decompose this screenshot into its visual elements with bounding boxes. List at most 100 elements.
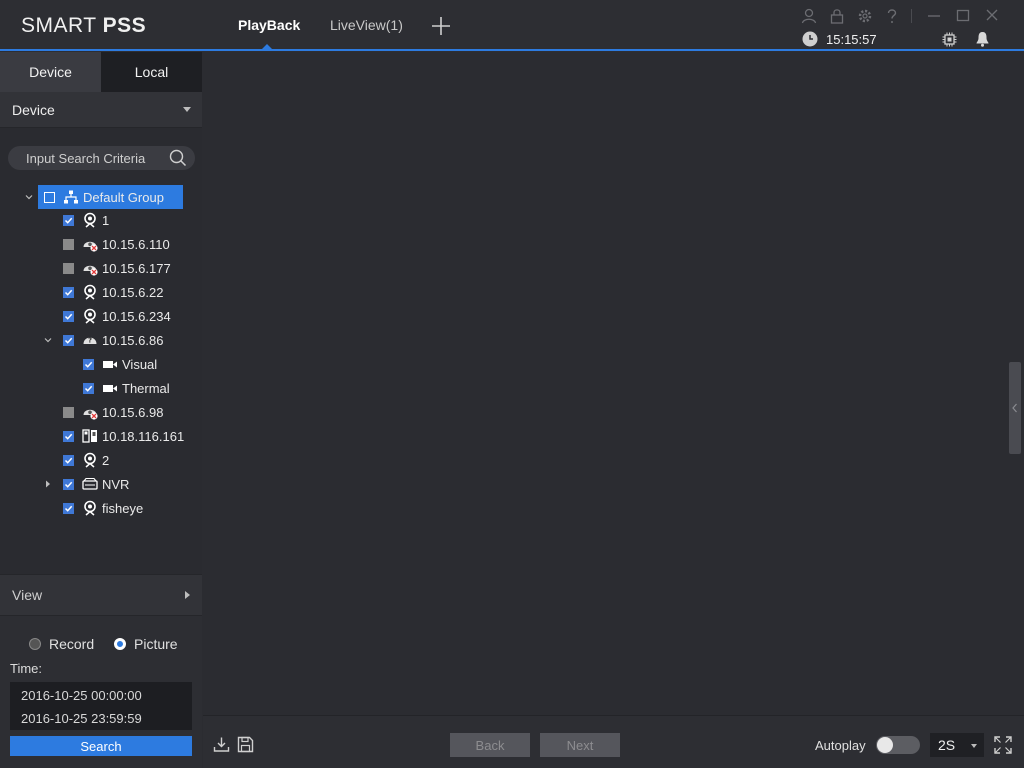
playback-search-panel: Record Picture Time: 2016-10-25 00:00:00…: [0, 616, 202, 768]
tree-item-checkbox[interactable]: [63, 286, 74, 298]
next-button[interactable]: Next: [540, 733, 620, 757]
expand-node-icon[interactable]: [43, 479, 53, 489]
tree-item-fisheye[interactable]: fisheye: [63, 497, 143, 519]
minimize-icon[interactable]: [927, 7, 941, 25]
interval-value: 2S: [938, 737, 956, 753]
offline-camera-icon: [83, 409, 98, 420]
interval-select[interactable]: 2S: [930, 733, 984, 757]
lock-icon[interactable]: [829, 7, 845, 25]
logo-text-bold: PSS: [102, 14, 147, 37]
tree-item-10-15-6-177[interactable]: 10.15.6.177: [63, 257, 171, 279]
radio-picture[interactable]: Picture: [114, 636, 178, 652]
door-station-icon: [82, 429, 97, 443]
tree-item-label: NVR: [102, 476, 130, 492]
playback-viewport[interactable]: [203, 52, 1024, 715]
tree-item-checkbox[interactable]: [63, 310, 74, 322]
tree-item-label: Thermal: [122, 380, 170, 396]
tree-item-label: 10.15.6.110: [102, 236, 170, 252]
top-bar: SMART PSS PlayBack LiveView(1) 15:15:57: [0, 0, 1024, 52]
search-icon[interactable]: [169, 149, 187, 167]
tree-item-checkbox[interactable]: [63, 502, 74, 514]
save-icon[interactable]: [237, 736, 254, 753]
tree-item-2[interactable]: 2: [63, 449, 109, 471]
tree-item-label: 10.15.6.234: [102, 308, 171, 324]
tab-playback[interactable]: PlayBack: [238, 17, 300, 33]
fullscreen-icon[interactable]: [994, 736, 1012, 754]
collapse-node-icon[interactable]: [43, 335, 53, 345]
tree-item-checkbox[interactable]: [63, 262, 74, 274]
tree-item-visual[interactable]: Visual: [83, 353, 157, 375]
tree-item-checkbox[interactable]: [63, 334, 74, 346]
checkmark-icon: [64, 505, 73, 512]
tree-item-checkbox[interactable]: [63, 214, 74, 226]
view-section-toggle[interactable]: View: [0, 574, 202, 616]
camera-icon: [84, 452, 96, 468]
checkmark-icon: [64, 457, 73, 464]
camera-icon: [84, 212, 96, 228]
tree-item-checkbox[interactable]: [63, 406, 74, 418]
close-icon[interactable]: [985, 7, 999, 25]
tree-item-label: fisheye: [102, 500, 144, 516]
camera-icon: [84, 308, 96, 324]
maximize-icon[interactable]: [956, 7, 970, 25]
tree-item-10-15-6-86[interactable]: ? 10.15.6.86: [63, 329, 163, 351]
time-end[interactable]: 2016-10-25 23:59:59: [21, 711, 142, 726]
tree-item-label: 1: [102, 212, 110, 228]
radio-picture-label: Picture: [134, 636, 178, 652]
tree-item-10-15-6-110[interactable]: 10.15.6.110: [63, 233, 170, 255]
unknown-device-icon: ?: [83, 337, 97, 345]
dropdown-arrow-icon: [183, 107, 191, 112]
group-checkbox[interactable]: [44, 191, 55, 203]
tree-item-checkbox[interactable]: [63, 454, 74, 466]
checkmark-icon: [64, 433, 73, 440]
clock-icon: [802, 31, 818, 47]
device-tree-panel: Default Group 1 10.15.6.110 10.15.6.177 10.…: [0, 128, 202, 574]
help-icon[interactable]: [885, 7, 899, 25]
video-channel-icon: [103, 361, 117, 368]
search-box: [8, 146, 195, 170]
interval-dropdown-arrow-icon: [971, 744, 977, 748]
camera-icon: [84, 500, 96, 516]
tree-item-checkbox[interactable]: [63, 478, 74, 490]
tree-group-default[interactable]: Default Group: [38, 185, 183, 209]
back-button[interactable]: Back: [450, 733, 530, 757]
radio-picture-dot[interactable]: [114, 638, 126, 650]
tree-item-checkbox[interactable]: [83, 382, 94, 394]
add-tab-plus-icon[interactable]: [430, 15, 452, 37]
tab-liveview[interactable]: LiveView(1): [330, 17, 403, 33]
tab-device[interactable]: Device: [0, 52, 101, 92]
tree-item-checkbox[interactable]: [63, 430, 74, 442]
tree-item-checkbox[interactable]: [83, 358, 94, 370]
time-start[interactable]: 2016-10-25 00:00:00: [21, 688, 142, 703]
tree-item-10-15-6-98[interactable]: 10.15.6.98: [63, 401, 163, 423]
collapse-panel-handle[interactable]: [1009, 362, 1021, 454]
tree-item-10-15-6-22[interactable]: 10.15.6.22: [63, 281, 163, 303]
tree-item-10-15-6-234[interactable]: 10.15.6.234: [63, 305, 171, 327]
chevron-left-icon: [1012, 403, 1017, 413]
tree-item-10-18-116-161[interactable]: 10.18.116.161: [63, 425, 184, 447]
gear-icon[interactable]: [857, 7, 873, 25]
tree-item-1[interactable]: 1: [63, 209, 109, 231]
tree-item-label: 10.15.6.86: [102, 332, 164, 348]
download-icon[interactable]: [213, 736, 230, 753]
collapse-group-icon[interactable]: [24, 192, 34, 202]
tree-item-checkbox[interactable]: [63, 238, 74, 250]
time-range-box[interactable]: 2016-10-25 00:00:00 2016-10-25 23:59:59: [10, 682, 192, 730]
user-icon[interactable]: [801, 7, 817, 25]
checkmark-icon: [64, 313, 73, 320]
nvr-icon: [82, 477, 98, 490]
autoplay-toggle[interactable]: [876, 736, 920, 754]
cpu-icon[interactable]: [942, 32, 957, 47]
tab-local[interactable]: Local: [101, 52, 202, 92]
playback-footer: Back Next Autoplay 2S: [203, 715, 1024, 768]
checkmark-icon: [64, 481, 73, 488]
radio-record[interactable]: Record: [29, 636, 94, 652]
tree-item-thermal[interactable]: Thermal: [83, 377, 170, 399]
tree-item-nvr[interactable]: NVR: [63, 473, 129, 495]
search-input[interactable]: [26, 146, 166, 170]
search-button[interactable]: Search: [10, 736, 192, 756]
bell-icon[interactable]: [975, 31, 990, 47]
radio-record-dot[interactable]: [29, 638, 41, 650]
offline-camera-icon: [83, 241, 98, 252]
device-dropdown[interactable]: Device: [0, 92, 202, 128]
